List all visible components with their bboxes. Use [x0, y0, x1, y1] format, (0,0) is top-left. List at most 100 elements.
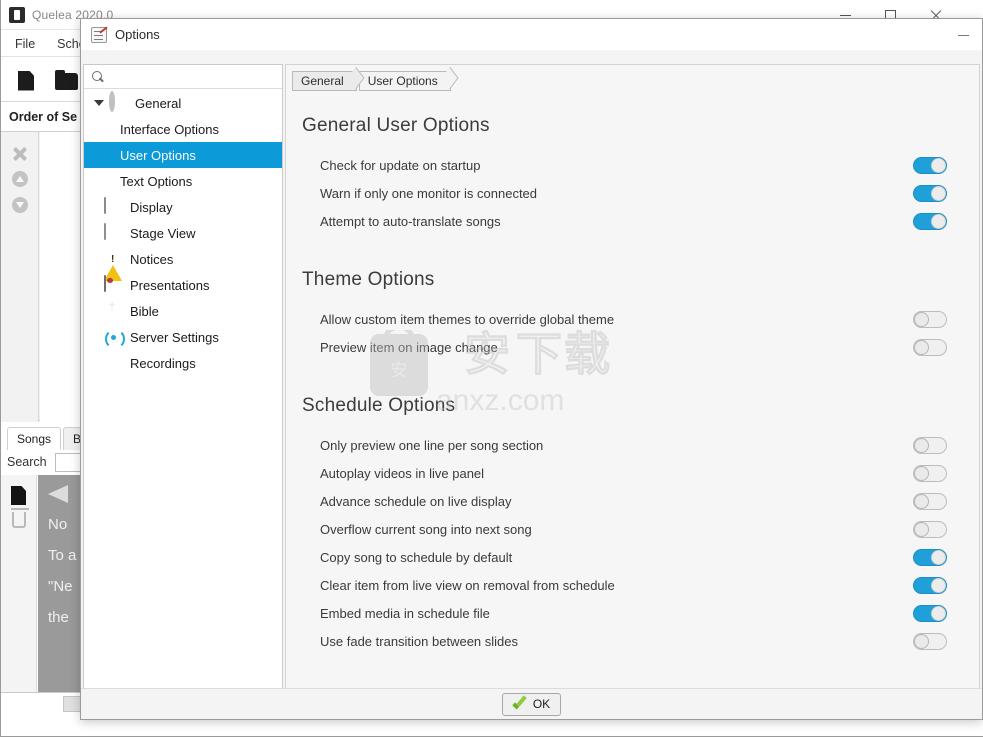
chevron-down-icon[interactable] — [94, 100, 104, 106]
toggle-check-for-update[interactable] — [913, 156, 947, 174]
document-icon — [11, 486, 26, 505]
trash-icon — [11, 508, 29, 528]
new-file-icon — [18, 70, 34, 91]
option-label: Advance schedule on live display — [320, 493, 512, 509]
option-row-custom-item-themes[interactable]: Allow custom item themes to override glo… — [302, 305, 957, 333]
section-title-general-user-options: General User Options — [302, 115, 490, 136]
section-title-schedule-options: Schedule Options — [302, 395, 456, 416]
option-label: Autoplay videos in live panel — [320, 465, 485, 481]
stage-icon — [104, 223, 122, 242]
options-navigator-pane: General Interface Options User Options T… — [83, 64, 283, 719]
options-search-row — [84, 65, 282, 89]
option-row-clear-item-live-view[interactable]: Clear item from live view on removal fro… — [302, 571, 957, 599]
option-row-one-line-per-section[interactable]: Only preview one line per song section — [302, 431, 957, 459]
new-schedule-button[interactable] — [11, 65, 45, 95]
option-row-advance-schedule[interactable]: Advance schedule on live display — [302, 487, 957, 515]
quelea-icon — [9, 6, 25, 23]
tree-item-bible[interactable]: Bible — [84, 298, 282, 324]
tree-item-user-options[interactable]: User Options — [84, 142, 282, 168]
tree-item-label: Server Settings — [130, 329, 219, 345]
tree-item-label: Display — [130, 199, 173, 215]
options-tree: General Interface Options User Options T… — [84, 90, 282, 718]
toggle-auto-translate[interactable] — [913, 212, 947, 230]
toggle-custom-item-themes[interactable] — [913, 310, 947, 328]
arrow-down-circle-icon — [12, 197, 28, 213]
toggle-autoplay-videos[interactable] — [913, 464, 947, 482]
option-label: Use fade transition between slides — [320, 633, 519, 649]
arrow-up-circle-icon — [12, 171, 28, 187]
tree-item-label: Presentations — [130, 277, 210, 293]
options-search-input[interactable] — [110, 68, 270, 85]
option-label: Copy song to schedule by default — [320, 549, 513, 565]
tree-item-label: Interface Options — [120, 121, 219, 137]
tree-item-label: General — [135, 95, 182, 111]
record-circle-icon — [104, 354, 122, 372]
move-up-button[interactable] — [1, 167, 39, 193]
breadcrumb-item-general[interactable]: General — [292, 71, 357, 91]
option-row-copy-song-default[interactable]: Copy song to schedule by default — [302, 543, 957, 571]
tree-item-server-settings[interactable]: Server Settings — [84, 324, 282, 350]
toggle-preview-image-change[interactable] — [913, 338, 947, 356]
option-row-check-for-update[interactable]: Check for update on startup — [302, 151, 957, 179]
tree-item-recordings[interactable]: Recordings — [84, 350, 282, 376]
toggle-embed-media[interactable] — [913, 604, 947, 622]
option-row-auto-translate[interactable]: Attempt to auto-translate songs — [302, 207, 957, 235]
tree-item-label: User Options — [120, 147, 196, 163]
move-down-button[interactable] — [1, 193, 39, 219]
toggle-overflow-song[interactable] — [913, 520, 947, 538]
tree-item-interface-options[interactable]: Interface Options — [84, 116, 282, 142]
minimize-icon — [840, 14, 851, 16]
remove-item-button[interactable] — [1, 141, 39, 167]
option-label: Overflow current song into next song — [320, 521, 532, 537]
tree-item-text-options[interactable]: Text Options — [84, 168, 282, 194]
option-row-preview-image-change[interactable]: Preview item on image change — [302, 333, 957, 361]
tree-item-stage-view[interactable]: Stage View — [84, 220, 282, 246]
tree-item-label: Bible — [130, 303, 159, 319]
tree-item-label: Text Options — [120, 173, 193, 189]
options-dialog-titlebar: Options — [81, 19, 982, 50]
toggle-advance-schedule[interactable] — [913, 492, 947, 510]
broadcast-icon — [104, 328, 122, 346]
option-label: Only preview one line per song section — [320, 437, 544, 453]
tree-item-presentations[interactable]: Presentations — [84, 272, 282, 298]
breadcrumb: General User Options — [292, 71, 453, 91]
warning-icon — [104, 250, 122, 281]
open-folder-icon — [55, 69, 78, 90]
tree-item-notices[interactable]: Notices — [84, 246, 282, 281]
ok-button-label: OK — [532, 697, 551, 711]
tree-item-display[interactable]: Display — [84, 194, 282, 220]
option-label: Embed media in schedule file — [320, 605, 490, 621]
tree-item-general[interactable]: General — [84, 90, 282, 116]
options-dialog-body: General Interface Options User Options T… — [81, 50, 982, 719]
add-song-button[interactable] — [1, 481, 39, 507]
option-row-autoplay-videos[interactable]: Autoplay videos in live panel — [302, 459, 957, 487]
toggle-fade-transition[interactable] — [913, 632, 947, 650]
search-icon — [92, 70, 104, 83]
breadcrumb-item-user-options[interactable]: User Options — [358, 71, 451, 91]
toggle-one-line-per-section[interactable] — [913, 436, 947, 454]
tab-songs[interactable]: Songs — [7, 427, 62, 450]
green-check-icon — [513, 698, 527, 710]
order-side-toolbar — [1, 132, 39, 422]
options-content-pane: General User Options General User Option… — [285, 64, 980, 719]
toggle-clear-item-live-view[interactable] — [913, 576, 947, 594]
toggle-warn-one-monitor[interactable] — [913, 184, 947, 202]
bible-book-icon — [104, 302, 122, 320]
pointer-arrow-icon — [48, 485, 68, 503]
ok-button[interactable]: OK — [501, 692, 562, 716]
option-row-overflow-song[interactable]: Overflow current song into next song — [302, 515, 957, 543]
option-row-embed-media[interactable]: Embed media in schedule file — [302, 599, 957, 627]
toggle-copy-song-default[interactable] — [913, 548, 947, 566]
dialog-minimize-button[interactable] — [950, 24, 976, 46]
option-label: Preview item on image change — [320, 339, 498, 355]
delete-song-button[interactable] — [1, 507, 39, 533]
library-search-label: Search — [7, 455, 47, 469]
options-dialog-title: Options — [115, 27, 160, 42]
options-dialog: Options General Interface Options User O… — [80, 18, 983, 720]
option-label: Attempt to auto-translate songs — [320, 213, 501, 229]
menu-file[interactable]: File — [15, 37, 35, 51]
option-row-fade-transition[interactable]: Use fade transition between slides — [302, 627, 957, 655]
option-row-warn-one-monitor[interactable]: Warn if only one monitor is connected — [302, 179, 957, 207]
minimize-icon — [957, 34, 969, 36]
tree-item-label: Notices — [130, 251, 174, 267]
